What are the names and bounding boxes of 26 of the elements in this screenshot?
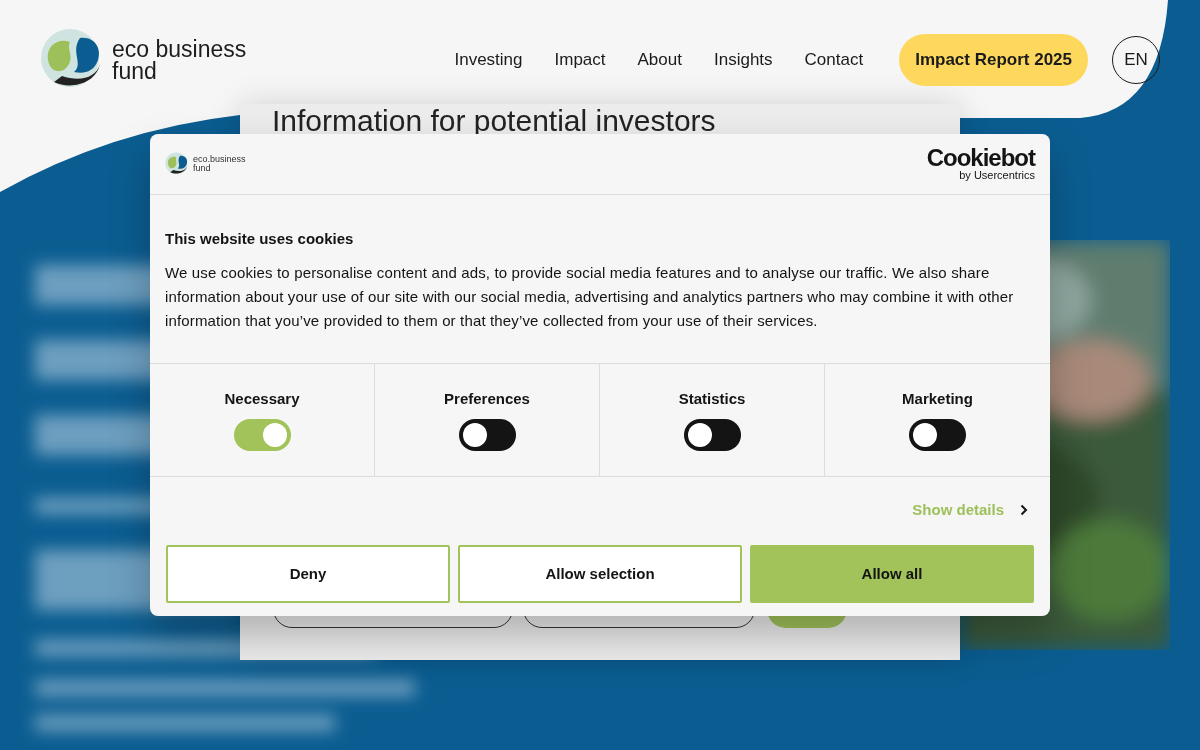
choice-button[interactable]: Allow selection <box>458 545 742 603</box>
nav-link[interactable]: About <box>637 47 682 73</box>
dialog-title: This website uses cookies <box>165 229 355 249</box>
category-label: Marketing <box>902 389 973 410</box>
nav-link[interactable]: Investing <box>454 47 523 73</box>
logo-icon <box>165 152 189 176</box>
modal-title: Information for potential investors <box>272 106 717 136</box>
nav-link[interactable]: Insights <box>713 47 773 73</box>
report-button[interactable]: Impact Report 2025 <box>899 34 1088 86</box>
toggle-switch[interactable] <box>909 418 966 451</box>
nav-link[interactable]: Contact <box>804 47 864 73</box>
toggle-switch[interactable] <box>683 418 741 451</box>
logo-text[interactable]: eco business fund <box>112 38 262 82</box>
category-label: Statistics <box>678 389 746 410</box>
toggle-switch[interactable] <box>233 418 291 451</box>
toggle-switch[interactable] <box>458 418 516 451</box>
nav-link[interactable]: Impact <box>554 47 606 73</box>
category-label: Necessary <box>224 389 300 410</box>
dialog-text: We use cookies to personalise content and ads, to provide social media features and to analyse our traffic. We also share information about your use of our site with our social media, advertising and analytics partners who may combine it with other information that you’ve provided to them or that they’ve collected from your use of their services. <box>165 262 1015 331</box>
brand-tagline: by Usercentrics <box>959 169 1035 181</box>
chevron-icon <box>1020 503 1028 516</box>
brand-logo: Cookiebot <box>926 147 1035 169</box>
choice-button[interactable]: Deny <box>166 545 450 603</box>
category-label: Preferences <box>444 389 530 410</box>
accept-button[interactable]: Allow all <box>750 545 1034 603</box>
logo-text: eco.business fund <box>193 155 247 173</box>
